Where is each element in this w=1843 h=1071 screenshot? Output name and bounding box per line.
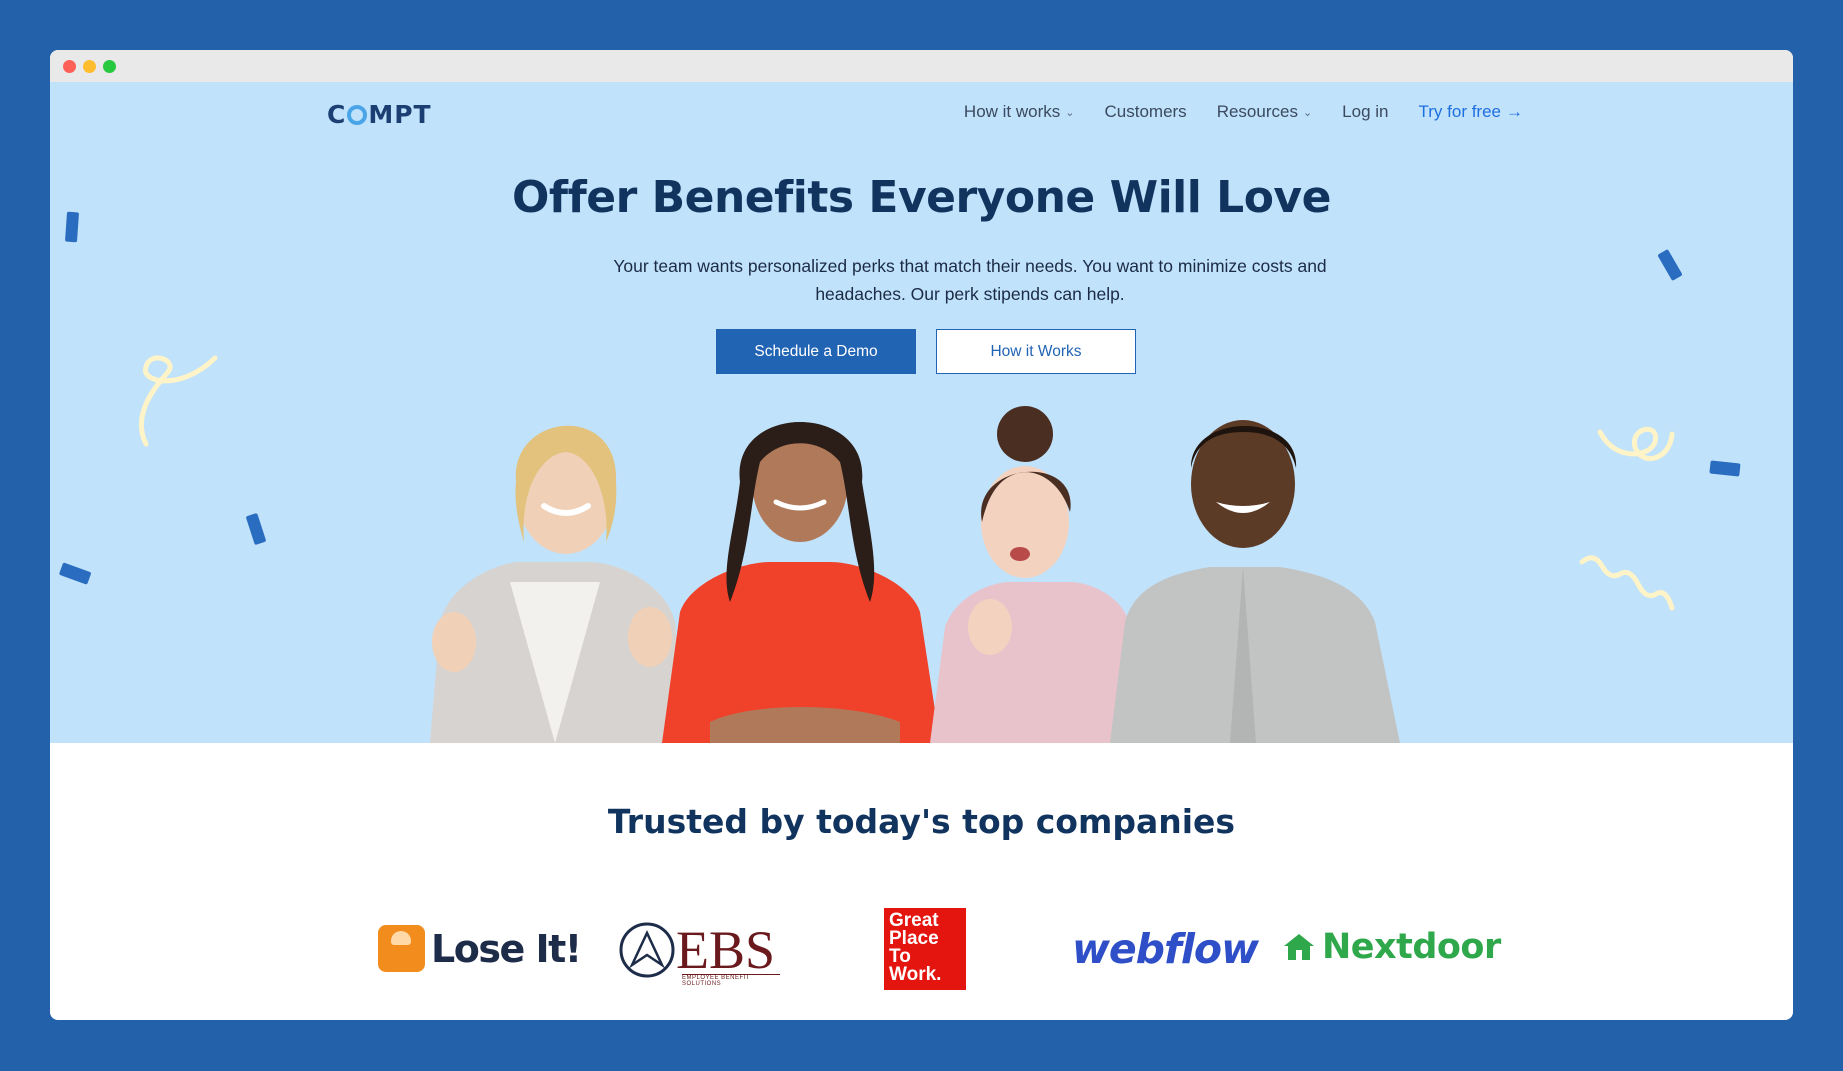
nav-try-for-free-label: Try for free (1418, 102, 1502, 121)
nav-how-it-works[interactable]: How it works ⌄ (964, 102, 1075, 122)
customer-logos: Lose It! EBS EMPLOYEE BENEFIT SOLUTIONS … (50, 905, 1793, 995)
nav-try-for-free[interactable]: Try for free → (1419, 102, 1524, 122)
loseit-logo: Lose It! (378, 925, 582, 972)
schedule-demo-button[interactable]: Schedule a Demo (716, 329, 916, 374)
chevron-down-icon: ⌄ (1302, 106, 1313, 119)
confetti-piece (1658, 249, 1682, 281)
squiggle-decoration (1579, 555, 1675, 611)
compt-logo[interactable]: C MPT (327, 100, 432, 129)
scale-icon (378, 925, 425, 972)
nav-customers-label: Customers (1104, 102, 1187, 121)
window-titlebar (50, 50, 1793, 82)
person-gray-shirt-man (1110, 420, 1400, 743)
nav-how-it-works-label: How it works (963, 102, 1061, 121)
ebs-subtitle: EMPLOYEE BENEFIT SOLUTIONS (682, 974, 780, 987)
nextdoor-wordmark: Nextdoor (1322, 927, 1501, 967)
hero-subtext: Your team wants personalized perks that … (613, 256, 1327, 304)
top-nav: How it works ⌄ Customers Resources ⌄ Log… (964, 102, 1523, 122)
how-it-works-button[interactable]: How it Works (936, 329, 1136, 374)
headline-post: Will Love (1094, 172, 1332, 223)
house-icon (1284, 934, 1314, 960)
squiggle-decoration (138, 355, 218, 447)
logo-text-right: MPT (368, 100, 432, 129)
squiggle-decoration (1597, 426, 1675, 461)
hero-section: C MPT How it works ⌄ Customers Resources… (50, 82, 1793, 743)
close-window-button[interactable] (63, 60, 76, 73)
ebs-logo: EBS EMPLOYEE BENEFIT SOLUTIONS (618, 920, 780, 987)
hero-headline: Offer Benefits Everyone Will Love (50, 172, 1793, 223)
webflow-wordmark: webflow (1072, 925, 1259, 973)
nav-log-in-label: Log in (1342, 102, 1389, 121)
minimize-window-button[interactable] (83, 60, 96, 73)
ebs-wordmark: EBS (676, 920, 776, 980)
nav-customers[interactable]: Customers (1105, 102, 1187, 122)
browser-window: C MPT How it works ⌄ Customers Resources… (50, 50, 1793, 1020)
headline-highlight: Everyone (868, 172, 1095, 223)
logo-text-left: C (327, 100, 347, 129)
loseit-wordmark: Lose It! (431, 926, 582, 971)
person-pink-blouse-woman (930, 406, 1130, 743)
confetti-piece (59, 562, 91, 585)
arrow-right-icon: → (1506, 102, 1523, 121)
person-blonde-woman (430, 425, 685, 743)
ebs-compass-icon (619, 922, 675, 978)
nav-log-in[interactable]: Log in (1342, 102, 1388, 122)
nextdoor-logo: Nextdoor (1282, 927, 1501, 967)
headline-pre: Offer Benefits (512, 172, 869, 223)
logo-ring-icon (347, 104, 368, 125)
great-place-to-work-logo: Great Place To Work. (884, 908, 966, 990)
gptw-line: Work. (889, 964, 942, 985)
webflow-logo: webflow (1072, 925, 1259, 973)
confetti-piece (246, 513, 266, 545)
confetti-piece (1709, 460, 1741, 477)
person-red-shirt-woman (662, 422, 940, 743)
chevron-down-icon: ⌄ (1065, 106, 1075, 119)
zoom-window-button[interactable] (103, 60, 116, 73)
nav-resources-label: Resources (1216, 102, 1298, 121)
trusted-heading: Trusted by today's top companies (607, 802, 1236, 841)
nav-resources[interactable]: Resources ⌄ (1217, 102, 1312, 122)
